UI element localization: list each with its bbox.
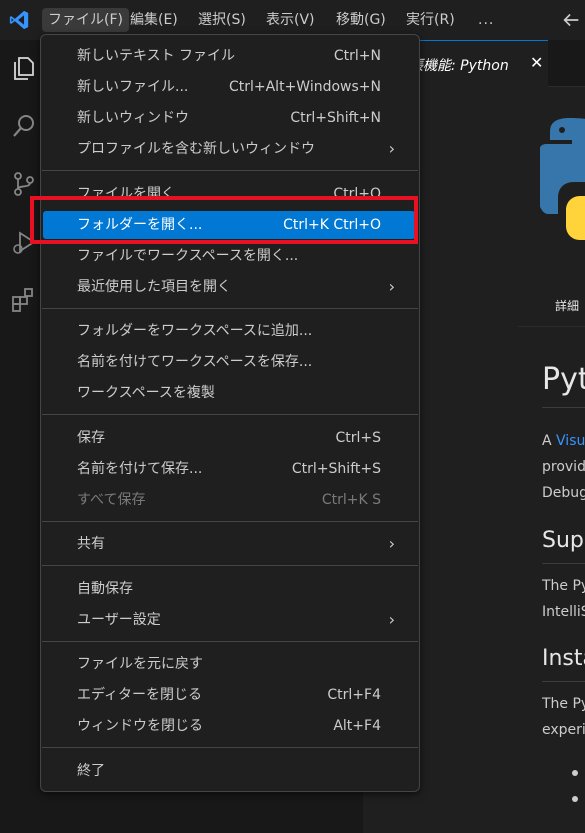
menu-item-label: ワークスペースを複製 <box>77 385 215 401</box>
menu-item-label: ウィンドウを閉じる <box>77 718 203 734</box>
python-logo-icon <box>540 118 585 240</box>
menu-item-share[interactable]: 共有 › <box>43 530 415 558</box>
menu-item-label: 名前を付けて保存... <box>77 461 203 477</box>
menu-item-label: 終了 <box>77 763 105 779</box>
menu-item-new-window-with-profile[interactable]: プロファイルを含む新しいウィンドウ › <box>43 135 415 163</box>
readme-text: A <box>542 433 557 449</box>
close-icon[interactable]: ✕ <box>530 53 543 72</box>
readme-heading: Insta <box>542 646 585 671</box>
menu-item-label: 名前を付けてワークスペースを保存... <box>77 354 313 370</box>
menu-more[interactable]: ... <box>472 8 500 32</box>
list-bullet <box>572 796 578 802</box>
menu-file[interactable]: ファイル(F) <box>42 8 129 32</box>
menu-separator <box>42 414 418 415</box>
menu-item-label: 新しいテキスト ファイル <box>77 48 236 64</box>
menu-run[interactable]: 実行(R) <box>400 8 461 32</box>
menu-separator <box>42 521 418 522</box>
vscode-logo-icon <box>9 10 29 30</box>
menu-separator <box>42 565 418 566</box>
readme-heading: Supp <box>542 528 585 553</box>
divider <box>542 563 585 564</box>
menu-item-new-file[interactable]: 新しいファイル... Ctrl+Alt+Windows+N <box>43 73 415 101</box>
menu-item-label: ファイルを元に戻す <box>77 656 203 672</box>
menu-separator <box>42 308 418 309</box>
menu-go[interactable]: 移動(G) <box>330 8 392 32</box>
menu-item-shortcut: Ctrl+Shift+N <box>290 110 381 126</box>
extensions-icon[interactable] <box>10 286 38 314</box>
menu-item-shortcut: Ctrl+K S <box>321 492 381 508</box>
divider <box>518 326 585 327</box>
menu-item-label: 自動保存 <box>77 581 133 597</box>
details-tab[interactable]: 詳細 <box>555 297 579 314</box>
menu-item-duplicate-workspace[interactable]: ワークスペースを複製 <box>43 379 415 407</box>
chevron-right-icon: › <box>388 534 395 553</box>
menu-separator <box>42 747 418 748</box>
menu-item-shortcut: Ctrl+Shift+S <box>291 461 381 477</box>
menu-item-exit[interactable]: 終了 <box>43 757 415 785</box>
chevron-right-icon: › <box>388 277 395 296</box>
menu-item-save-as[interactable]: 名前を付けて保存... Ctrl+Shift+S <box>43 455 415 483</box>
menu-item-label: ファイルでワークスペースを開く... <box>77 248 299 264</box>
chevron-right-icon: › <box>388 139 395 158</box>
menu-item-label: 最近使用した項目を開く <box>77 279 231 295</box>
menu-item-shortcut: Ctrl+F4 <box>327 687 381 703</box>
readme-line: The Py <box>542 696 585 712</box>
source-control-icon[interactable] <box>10 170 38 198</box>
divider <box>542 681 585 682</box>
menu-item-label: すべて保存 <box>77 492 146 508</box>
search-icon[interactable] <box>10 112 38 140</box>
menu-separator <box>42 641 418 642</box>
menu-item-label: プロファイルを含む新しいウィンドウ <box>77 141 315 157</box>
menu-item-save[interactable]: 保存 Ctrl+S <box>43 424 415 452</box>
extension-title: Pyt <box>542 362 585 397</box>
explorer-icon[interactable] <box>10 54 38 82</box>
menu-item-save-all: すべて保存 Ctrl+K S <box>43 486 415 514</box>
readme-line: provid <box>542 459 585 475</box>
menu-item-preferences[interactable]: ユーザー設定 › <box>43 606 415 634</box>
menu-item-auto-save[interactable]: 自動保存 <box>43 575 415 603</box>
menu-item-label: 新しいウィンドウ <box>77 110 189 126</box>
readme-line: A Visu <box>542 433 585 449</box>
menu-item-shortcut: Ctrl+S <box>335 430 381 446</box>
menu-item-revert-file[interactable]: ファイルを元に戻す <box>43 650 415 678</box>
tab-label: 張機能: Python <box>409 58 509 74</box>
menu-item-label: エディターを閉じる <box>77 687 203 703</box>
highlight-annotation-box <box>30 196 418 244</box>
menu-item-label: 新しいファイル... <box>77 79 189 95</box>
menu-item-open-workspace-from-file[interactable]: ファイルでワークスペースを開く... <box>43 242 415 270</box>
menu-view[interactable]: 表示(V) <box>260 8 321 32</box>
menu-item-label: フォルダーをワークスペースに追加... <box>77 323 313 339</box>
menu-item-new-text-file[interactable]: 新しいテキスト ファイル Ctrl+N <box>43 42 415 70</box>
tab-bar-empty <box>548 40 585 87</box>
menu-item-label: 共有 <box>77 536 105 552</box>
back-arrow-icon[interactable] <box>560 9 582 31</box>
menu-item-close-window[interactable]: ウィンドウを閉じる Alt+F4 <box>43 712 415 740</box>
menu-item-shortcut: Alt+F4 <box>333 718 381 734</box>
menu-item-label: 保存 <box>77 430 105 446</box>
divider <box>542 407 585 408</box>
menu-item-shortcut: Ctrl+N <box>333 48 381 64</box>
menu-item-new-window[interactable]: 新しいウィンドウ Ctrl+Shift+N <box>43 104 415 132</box>
menu-item-label: ユーザー設定 <box>77 612 161 628</box>
readme-line: IntelliS <box>542 604 585 620</box>
menu-selection[interactable]: 選択(S) <box>192 8 252 32</box>
readme-line: The Py <box>542 578 585 594</box>
list-bullet <box>572 770 578 776</box>
readme-line: experie <box>542 722 585 738</box>
readme-link[interactable]: Visu <box>556 433 585 449</box>
menu-separator <box>42 170 418 171</box>
menu-edit[interactable]: 編集(E) <box>124 8 184 32</box>
readme-line: Debug <box>542 485 585 501</box>
chevron-right-icon: › <box>388 610 395 629</box>
menu-item-close-editor[interactable]: エディターを閉じる Ctrl+F4 <box>43 681 415 709</box>
menu-item-save-workspace-as[interactable]: 名前を付けてワークスペースを保存... <box>43 348 415 376</box>
menu-item-shortcut: Ctrl+Alt+Windows+N <box>228 79 381 95</box>
menu-item-add-folder-to-workspace[interactable]: フォルダーをワークスペースに追加... <box>43 317 415 345</box>
menu-item-open-recent[interactable]: 最近使用した項目を開く › <box>43 273 415 301</box>
file-menu-dropdown: 新しいテキスト ファイル Ctrl+N 新しいファイル... Ctrl+Alt+… <box>40 34 420 792</box>
